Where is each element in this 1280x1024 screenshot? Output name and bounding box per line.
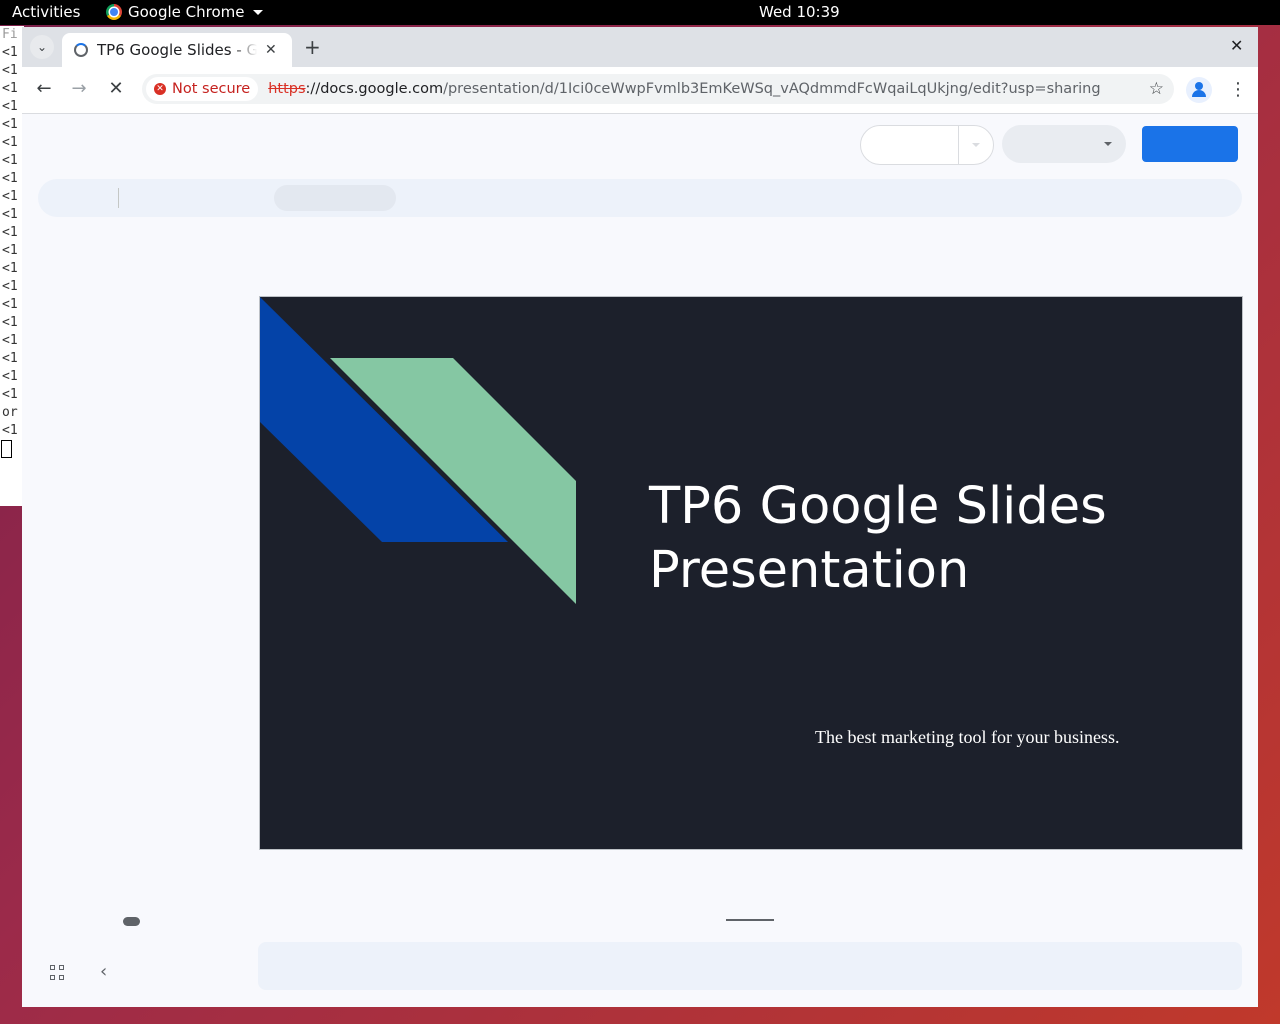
- terminal-line: <1: [2, 189, 18, 204]
- terminal-line: <1: [2, 333, 18, 348]
- meet-button-placeholder[interactable]: [1002, 125, 1126, 163]
- caret-down-icon: [252, 9, 263, 15]
- background-terminal[interactable]: Fi <1 <1 <1 <1 <1 <1 <1 <1 <1 <1 <1 <1 <1 <1 <1 <1 <1 <1 <1…: [0, 26, 24, 506]
- slide-canvas[interactable]: TP6 Google Slides Presentation The best …: [259, 296, 1243, 850]
- terminal-line: <1: [2, 315, 18, 330]
- terminal-cursor: [1, 440, 12, 458]
- window-close-button[interactable]: ✕: [1230, 36, 1243, 55]
- url-text: https://docs.google.com/presentation/d/1…: [268, 81, 1100, 97]
- security-label: Not secure: [172, 81, 251, 97]
- forward-arrow-icon[interactable]: →: [67, 78, 91, 99]
- terminal-line: <1: [2, 207, 18, 222]
- terminal-line: <1: [2, 63, 18, 78]
- toolbar-divider: [118, 188, 119, 208]
- person-icon: [1195, 82, 1203, 90]
- terminal-line: <1: [2, 225, 18, 240]
- dropdown-arrow-icon[interactable]: [972, 143, 980, 147]
- notes-resize-handle[interactable]: [726, 919, 774, 921]
- tab-close-icon[interactable]: ✕: [265, 42, 277, 58]
- new-tab-button[interactable]: +: [304, 35, 321, 59]
- profile-avatar[interactable]: [1186, 77, 1212, 103]
- app-menu[interactable]: Google Chrome: [106, 3, 263, 21]
- terminal-line: <1: [2, 45, 18, 60]
- url-scheme: https: [268, 81, 306, 97]
- browser-window: ⌄ TP6 Google Slides - Google Slides ✕ + …: [22, 27, 1258, 1007]
- terminal-line: <1: [2, 243, 18, 258]
- button-divider: [958, 126, 959, 164]
- chrome-icon: [106, 4, 122, 20]
- terminal-line: <1: [2, 153, 18, 168]
- chevron-left-icon[interactable]: ‹: [100, 961, 107, 982]
- terminal-line: <1: [2, 261, 18, 276]
- grid-cell: [50, 974, 55, 980]
- terminal-line: Fi: [2, 27, 18, 42]
- grid-cell: [59, 965, 64, 970]
- tab-active[interactable]: TP6 Google Slides - Google Slides ✕: [62, 33, 292, 67]
- terminal-line: <1: [2, 423, 18, 438]
- terminal-line: <1: [2, 351, 18, 366]
- terminal-line: <1: [2, 81, 18, 96]
- stop-loading-icon[interactable]: ✕: [104, 78, 128, 99]
- activities-button[interactable]: Activities: [12, 3, 80, 21]
- loading-spinner-icon: [74, 43, 88, 57]
- person-icon-body: [1192, 90, 1206, 97]
- terminal-line: <1: [2, 117, 18, 132]
- not-secure-icon: ✕: [154, 83, 166, 95]
- bookmark-star-icon[interactable]: ☆: [1149, 79, 1164, 99]
- grid-view-icon[interactable]: [50, 965, 66, 981]
- dropdown-arrow-icon[interactable]: [1104, 142, 1112, 146]
- url-host: ://docs.google.com: [305, 81, 444, 97]
- toolbar-item-placeholder: [274, 185, 396, 211]
- terminal-line: <1: [2, 297, 18, 312]
- share-button-placeholder[interactable]: [1142, 126, 1238, 162]
- terminal-line: <1: [2, 369, 18, 384]
- tab-strip: ⌄ TP6 Google Slides - Google Slides ✕ + …: [22, 27, 1258, 67]
- filmstrip-scroll-indicator[interactable]: [123, 917, 140, 926]
- app-menu-label: Google Chrome: [128, 3, 245, 21]
- terminal-line: <1: [2, 279, 18, 294]
- security-chip[interactable]: ✕ Not secure: [146, 77, 259, 101]
- tab-title: TP6 Google Slides - Google Slides: [97, 41, 257, 59]
- toolbar-placeholder: [38, 179, 1242, 217]
- slide-subtitle: The best marketing tool for your busines…: [815, 727, 1120, 747]
- slides-page: TP6 Google Slides Presentation The best …: [22, 114, 1258, 1007]
- clock[interactable]: Wed 10:39: [759, 3, 840, 21]
- terminal-line: <1: [2, 387, 18, 402]
- slide-title: TP6 Google Slides Presentation: [649, 477, 1107, 600]
- system-top-bar: Activities Google Chrome Wed 10:39: [0, 0, 1280, 25]
- back-arrow-icon[interactable]: ←: [32, 78, 56, 99]
- terminal-line: <1: [2, 171, 18, 186]
- grid-cell: [59, 974, 64, 980]
- terminal-line: <1: [2, 99, 18, 114]
- terminal-line: <1: [2, 135, 18, 150]
- speaker-notes-placeholder[interactable]: [258, 942, 1242, 990]
- grid-cell: [50, 965, 55, 970]
- chevron-down-icon: ⌄: [36, 40, 48, 54]
- url-path: /presentation/d/1Ici0ceWwpFvmlb3EmKeWSq_…: [443, 81, 1101, 97]
- browser-toolbar: ← → ✕ ✕ Not secure https://docs.google.c…: [22, 67, 1258, 114]
- more-menu-icon[interactable]: ⋮: [1229, 79, 1247, 100]
- tab-search-button[interactable]: ⌄: [30, 35, 54, 59]
- address-bar[interactable]: ✕ Not secure https://docs.google.com/pre…: [142, 74, 1174, 104]
- slideshow-button-placeholder[interactable]: [860, 125, 994, 165]
- terminal-line: or: [2, 405, 18, 420]
